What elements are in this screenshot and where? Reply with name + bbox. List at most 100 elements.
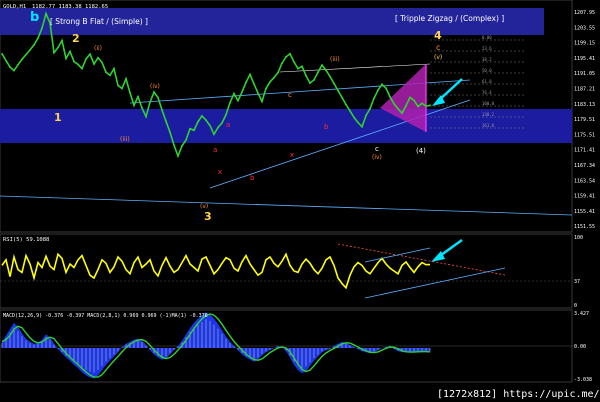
price-point <box>317 71 319 74</box>
wave-label-x: x <box>290 151 294 159</box>
wave-label-a-2: a <box>213 146 217 154</box>
price-point <box>205 119 207 122</box>
rsi-level-0: 0 <box>574 303 577 309</box>
price-point <box>321 64 323 67</box>
price-point <box>365 114 367 117</box>
price-scale-tick: 1183.13 <box>574 102 595 108</box>
price-point <box>329 75 331 78</box>
price-point <box>277 71 279 74</box>
price-scale: 1207.95 1203.55 1199.15 1195.41 1191.05 1187.… <box>574 10 595 230</box>
wave-label-iii: (iii) <box>330 56 340 63</box>
wave-label-2: 2 <box>72 32 80 45</box>
price-point <box>65 57 67 60</box>
price-point <box>241 91 243 93</box>
price-point <box>289 52 291 55</box>
price-point <box>253 82 255 85</box>
price-point <box>45 12 47 15</box>
price-point <box>249 73 251 76</box>
price-point <box>413 99 415 102</box>
price-point <box>5 59 7 62</box>
price-point <box>157 96 159 99</box>
price-point <box>77 63 79 66</box>
fib-level-label: 0.00 <box>482 35 492 40</box>
macd-level-zero: 0.00 <box>574 344 586 350</box>
price-point <box>353 116 355 119</box>
price-point <box>281 62 283 65</box>
price-point <box>129 91 131 94</box>
price-scale-tick: 1167.34 <box>574 163 595 169</box>
price-point <box>21 58 23 61</box>
price-point <box>421 102 423 105</box>
price-point <box>213 133 215 136</box>
price-point <box>169 131 171 134</box>
price-scale-tick: 1151.55 <box>574 224 595 230</box>
price-point <box>293 61 295 63</box>
price-point <box>361 125 363 128</box>
macd-level-bottom: -3.038 <box>574 377 592 383</box>
price-point <box>389 95 391 98</box>
price-point <box>185 139 187 141</box>
price-scale-tick: 1187.21 <box>574 87 595 93</box>
fib-level-label: 76.4 <box>482 90 492 95</box>
price-scale-tick: 1203.55 <box>574 25 595 31</box>
wave-label-4: 4 <box>434 29 442 42</box>
price-point <box>121 87 123 90</box>
price-point <box>237 99 239 102</box>
price-point <box>57 46 59 49</box>
price-point <box>417 105 419 108</box>
wave-label-v-top: (v) <box>434 54 442 61</box>
price-point <box>141 107 143 109</box>
price-point <box>397 107 399 110</box>
price-point <box>305 74 307 77</box>
price-point <box>233 92 235 95</box>
price-scale-tick: 1199.15 <box>574 41 595 47</box>
price-point <box>333 82 335 85</box>
price-point <box>297 67 299 70</box>
price-point <box>265 87 267 90</box>
price-point <box>341 96 343 99</box>
wave-label-c-top: c <box>436 43 440 52</box>
fib-level-label: 161.8 <box>482 123 495 128</box>
price-scale-tick: 1163.54 <box>574 178 595 184</box>
price-point <box>29 49 31 51</box>
price-point <box>85 58 87 60</box>
price-point <box>349 109 351 112</box>
price-point <box>181 144 183 147</box>
price-point <box>113 67 115 70</box>
price-point <box>409 96 411 99</box>
price-point <box>117 84 119 87</box>
price-point <box>177 155 179 157</box>
price-point <box>69 50 71 53</box>
quote-label: 1182.77 1183.38 1182.65 <box>32 4 108 10</box>
price-point <box>73 60 75 63</box>
price-point <box>105 71 107 74</box>
flat-pattern-label: [ Strong B Flat / (Simple) ] <box>50 17 148 26</box>
wave-label-v-bottom: (v) <box>200 203 208 210</box>
price-point <box>41 27 43 29</box>
wave-label-ii: (ii) <box>94 45 102 52</box>
wave-label-a: a <box>226 121 230 129</box>
price-point <box>81 67 83 70</box>
price-point <box>89 53 91 56</box>
price-point <box>209 124 211 127</box>
price-point <box>345 103 347 106</box>
price-point <box>189 127 191 130</box>
price-point <box>101 61 103 64</box>
wave-label-b: b <box>30 10 39 25</box>
price-point <box>425 105 427 108</box>
price-point <box>165 120 167 123</box>
price-point <box>133 104 135 107</box>
rsi-level-100: 100 <box>574 235 583 241</box>
price-point <box>149 101 151 104</box>
price-scale-tick: 1195.41 <box>574 56 595 62</box>
macd-level-top: 3.427 <box>574 311 589 317</box>
rsi-panel <box>0 233 573 309</box>
price-point <box>285 56 287 58</box>
zigzag-pattern-label: [ Tripple Zigzag / (Complex) ] <box>395 14 504 23</box>
price-point <box>309 82 311 84</box>
wave-label-b-red: b <box>324 123 329 131</box>
macd-title: MACD(12,26,9) -0.376 -0.397 MACD(2,8,1) … <box>3 313 208 319</box>
price-scale-tick: 1155.41 <box>574 209 595 215</box>
price-point <box>221 121 223 124</box>
price-point <box>373 97 375 100</box>
